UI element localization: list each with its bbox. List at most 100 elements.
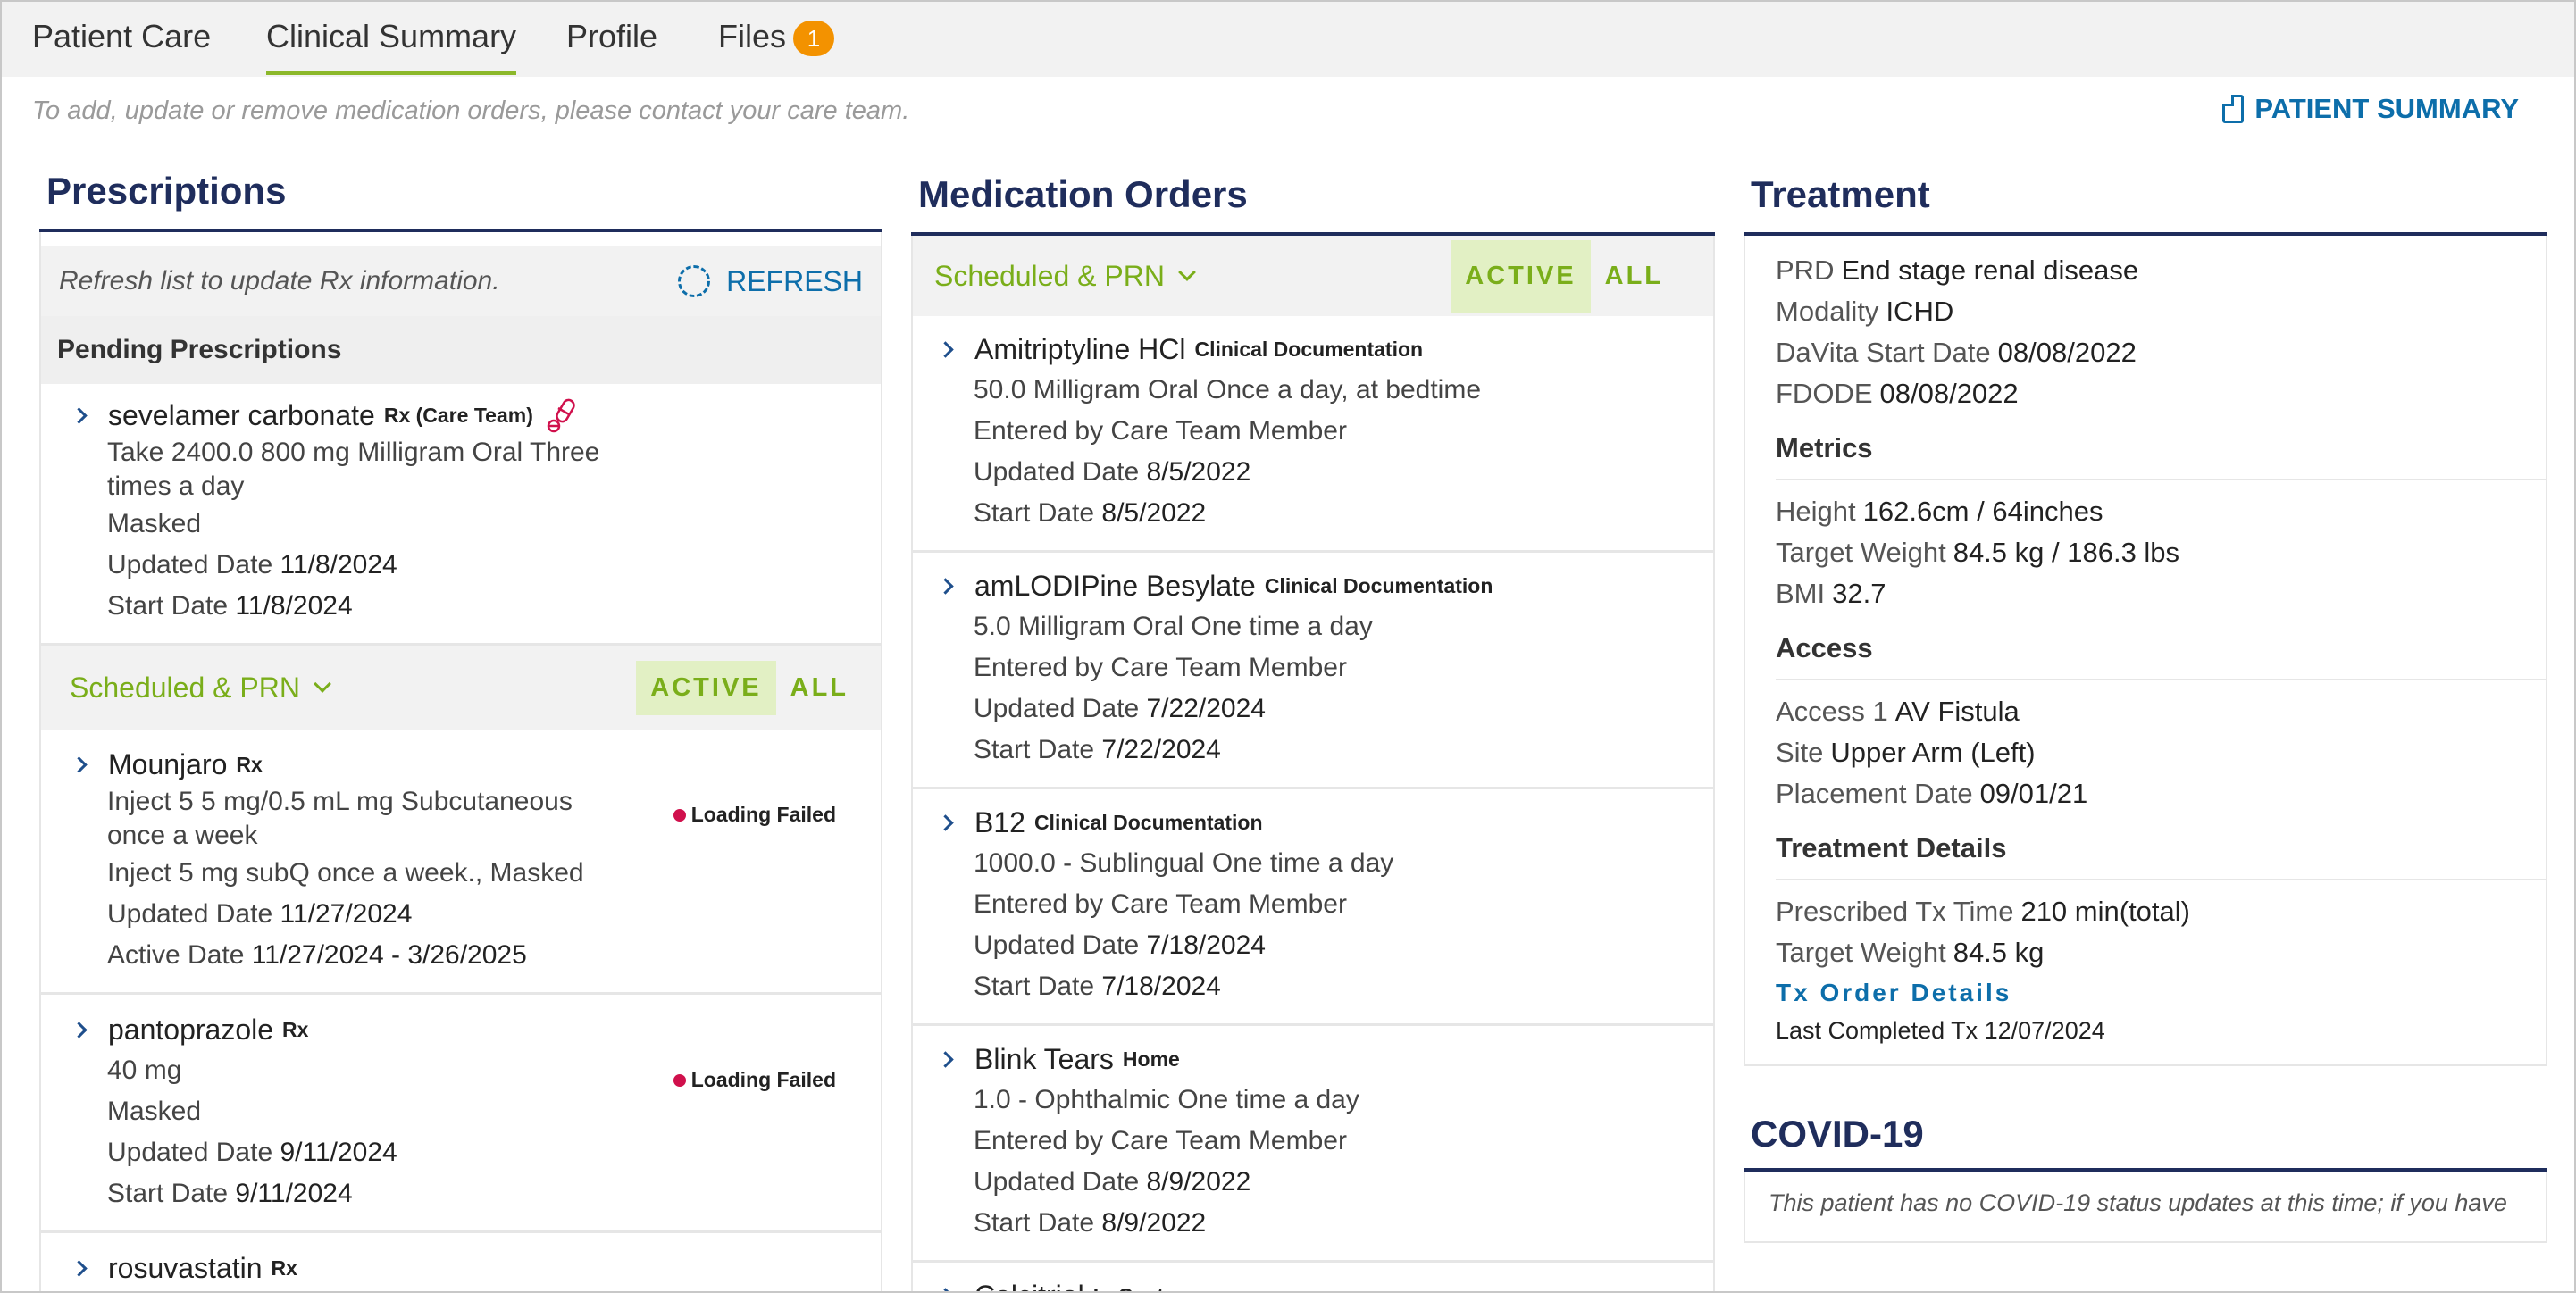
last-completed-tx: Last Completed Tx 12/07/2024: [1776, 1017, 2105, 1044]
bmi-label: BMI: [1776, 578, 1826, 609]
loading-failed-status: Loading Failed: [673, 803, 836, 827]
bmi-value: 32.7: [1832, 578, 1886, 609]
chevron-right-icon[interactable]: [71, 406, 88, 424]
files-count-badge: 1: [793, 21, 835, 57]
med-tag: Clinical Documentation: [1264, 574, 1493, 597]
rx-line-3: Inject 5 mg subQ once a week., Masked: [107, 858, 584, 888]
drug-name: rosuvastatin: [108, 1252, 263, 1284]
chevron-right-icon[interactable]: [937, 577, 954, 595]
med-start: Start Date 8/5/2022: [974, 493, 1695, 534]
prescriptions-title: Prescriptions: [39, 164, 882, 232]
rx-all-button[interactable]: ALL: [776, 661, 863, 715]
chevron-right-icon[interactable]: [71, 1259, 88, 1277]
med-schedule-dropdown[interactable]: Scheduled & PRN: [934, 259, 1196, 293]
start-value: 9/11/2024: [235, 1179, 353, 1208]
tx-order-details-link[interactable]: Tx Order Details: [1776, 973, 2546, 1013]
access1-value: AV Fistula: [1894, 696, 2020, 727]
patient-summary-label: PATIENT SUMMARY: [2254, 93, 2519, 124]
med-order-item[interactable]: amLODIPine Besylate Clinical Documentati…: [913, 553, 1713, 789]
chevron-right-icon[interactable]: [937, 1287, 954, 1291]
med-name-row: Blink Tears Home: [934, 1039, 1695, 1080]
rx-start: Start Date 9/11/2024: [107, 1173, 863, 1214]
refresh-row: Refresh list to update Rx information. R…: [41, 246, 881, 316]
site-value: Upper Arm (Left): [1830, 737, 2036, 768]
drug-tag: Rx: [236, 753, 263, 776]
rx-item[interactable]: pantoprazole Rx Loading Failed 40 mg Mas…: [41, 995, 881, 1233]
updated-label: Updated Date: [107, 899, 273, 929]
med-line-2: Entered by Care Team Member: [974, 1126, 1347, 1155]
tab-clinical-summary[interactable]: Clinical Summary: [266, 18, 517, 75]
tab-bar: Patient Care Clinical Summary Profile Fi…: [2, 2, 2574, 77]
tab-profile[interactable]: Profile: [566, 18, 657, 75]
med-filter-row: Scheduled & PRN ACTIVE ALL: [913, 236, 1713, 316]
treatment-title: Treatment: [1744, 168, 2547, 236]
tab-files[interactable]: Files 1: [718, 18, 835, 75]
med-order-item[interactable]: Blink Tears Home 1.0 - Ophthalmic One ti…: [913, 1026, 1713, 1263]
updated-value: 8/5/2022: [1146, 457, 1251, 487]
med-updated: Updated Date 7/22/2024: [974, 688, 1695, 730]
tx-weight-label: Target Weight: [1776, 937, 1946, 968]
start-label: Start Date: [974, 972, 1095, 1001]
error-dot-icon: [673, 1073, 686, 1087]
med-start: Start Date 7/22/2024: [974, 730, 1695, 771]
med-name-row: amLODIPine Besylate Clinical Documentati…: [934, 565, 1695, 606]
target-weight-value: 84.5 kg / 186.3 lbs: [1953, 537, 2180, 568]
tx-time-value: 210 min(total): [2020, 896, 2190, 927]
tab-files-label: Files: [718, 18, 787, 54]
tx-time-label: Prescribed Tx Time: [1776, 896, 2014, 927]
prescriptions-panel: Refresh list to update Rx information. R…: [39, 232, 882, 1291]
med-updated: Updated Date 8/9/2022: [974, 1162, 1695, 1203]
med-name-row: Calcitriol In-Center: [934, 1275, 1695, 1291]
rx-schedule-dropdown[interactable]: Scheduled & PRN: [70, 672, 331, 705]
covid-title: COVID-19: [1744, 1109, 2547, 1172]
chevron-right-icon[interactable]: [937, 813, 954, 831]
updated-label: Updated Date: [974, 1167, 1140, 1197]
covid-panel: This patient has no COVID-19 status upda…: [1744, 1172, 2547, 1243]
med-order-item[interactable]: Calcitriol In-Center: [913, 1263, 1713, 1291]
drug-tag: Rx: [282, 1018, 309, 1041]
height-label: Height: [1776, 496, 1856, 527]
rx-active-date: Active Date 11/27/2024 - 3/26/2025: [107, 935, 863, 976]
chevron-right-icon[interactable]: [71, 1021, 88, 1039]
start-label: Start Date: [107, 591, 229, 621]
patient-summary-link[interactable]: PATIENT SUMMARY: [2222, 93, 2519, 125]
med-all-button[interactable]: ALL: [1591, 249, 1677, 304]
tx-time-row: Prescribed Tx Time 210 min(total): [1776, 891, 2546, 932]
covid-message: This patient has no COVID-19 status upda…: [1769, 1189, 2507, 1216]
rx-item[interactable]: Mounjaro Rx Loading Failed Inject 5 5 mg…: [41, 730, 881, 995]
drug-tag: Rx (Care Team): [383, 404, 533, 427]
care-team-notice: To add, update or remove medication orde…: [32, 96, 910, 125]
loading-failed-status: Loading Failed: [673, 1068, 836, 1092]
chevron-right-icon[interactable]: [937, 1050, 954, 1068]
start-label: Start Date: [974, 735, 1095, 764]
error-dot-icon: [673, 808, 686, 822]
start-value: 7/22/2024: [1101, 735, 1221, 764]
rx-active-button[interactable]: ACTIVE: [636, 660, 776, 715]
updated-label: Updated Date: [107, 1138, 273, 1167]
pending-prescription-item[interactable]: sevelamer carbonate Rx (Care Team) Take …: [41, 384, 881, 646]
refresh-button[interactable]: REFRESH: [678, 265, 863, 298]
med-line-1: 1.0 - Ophthalmic One time a day: [974, 1085, 1359, 1114]
med-order-item[interactable]: Amitriptyline HCl Clinical Documentation…: [913, 316, 1713, 553]
rx-updated: Updated Date 9/11/2024: [107, 1132, 863, 1173]
chevron-down-icon: [314, 675, 331, 693]
height-row: Height 162.6cm / 64inches: [1776, 491, 2546, 532]
treatment-column: Treatment PRD End stage renal disease Mod…: [1744, 168, 2547, 1243]
med-line-2: Entered by Care Team Member: [974, 889, 1347, 919]
med-status-toggle: ACTIVE ALL: [1451, 239, 1677, 313]
active-date-label: Active Date: [107, 940, 245, 970]
chevron-right-icon[interactable]: [71, 755, 88, 773]
updated-label: Updated Date: [974, 694, 1140, 723]
med-filter-label: Scheduled & PRN: [934, 259, 1165, 292]
med-start: Start Date 7/18/2024: [974, 966, 1695, 1007]
pending-prescriptions-head: Pending Prescriptions: [41, 316, 881, 384]
med-name-row: B12 Clinical Documentation: [934, 802, 1695, 843]
status-text: Loading Failed: [690, 803, 836, 826]
rx-item[interactable]: rosuvastatin Rx: [41, 1233, 881, 1291]
med-tag: Home: [1122, 1047, 1180, 1071]
med-start: Start Date 8/9/2022: [974, 1203, 1695, 1244]
med-active-button[interactable]: ACTIVE: [1451, 239, 1591, 313]
chevron-right-icon[interactable]: [937, 340, 954, 358]
tab-patient-care[interactable]: Patient Care: [32, 18, 211, 75]
med-order-item[interactable]: B12 Clinical Documentation 1000.0 - Subl…: [913, 789, 1713, 1026]
